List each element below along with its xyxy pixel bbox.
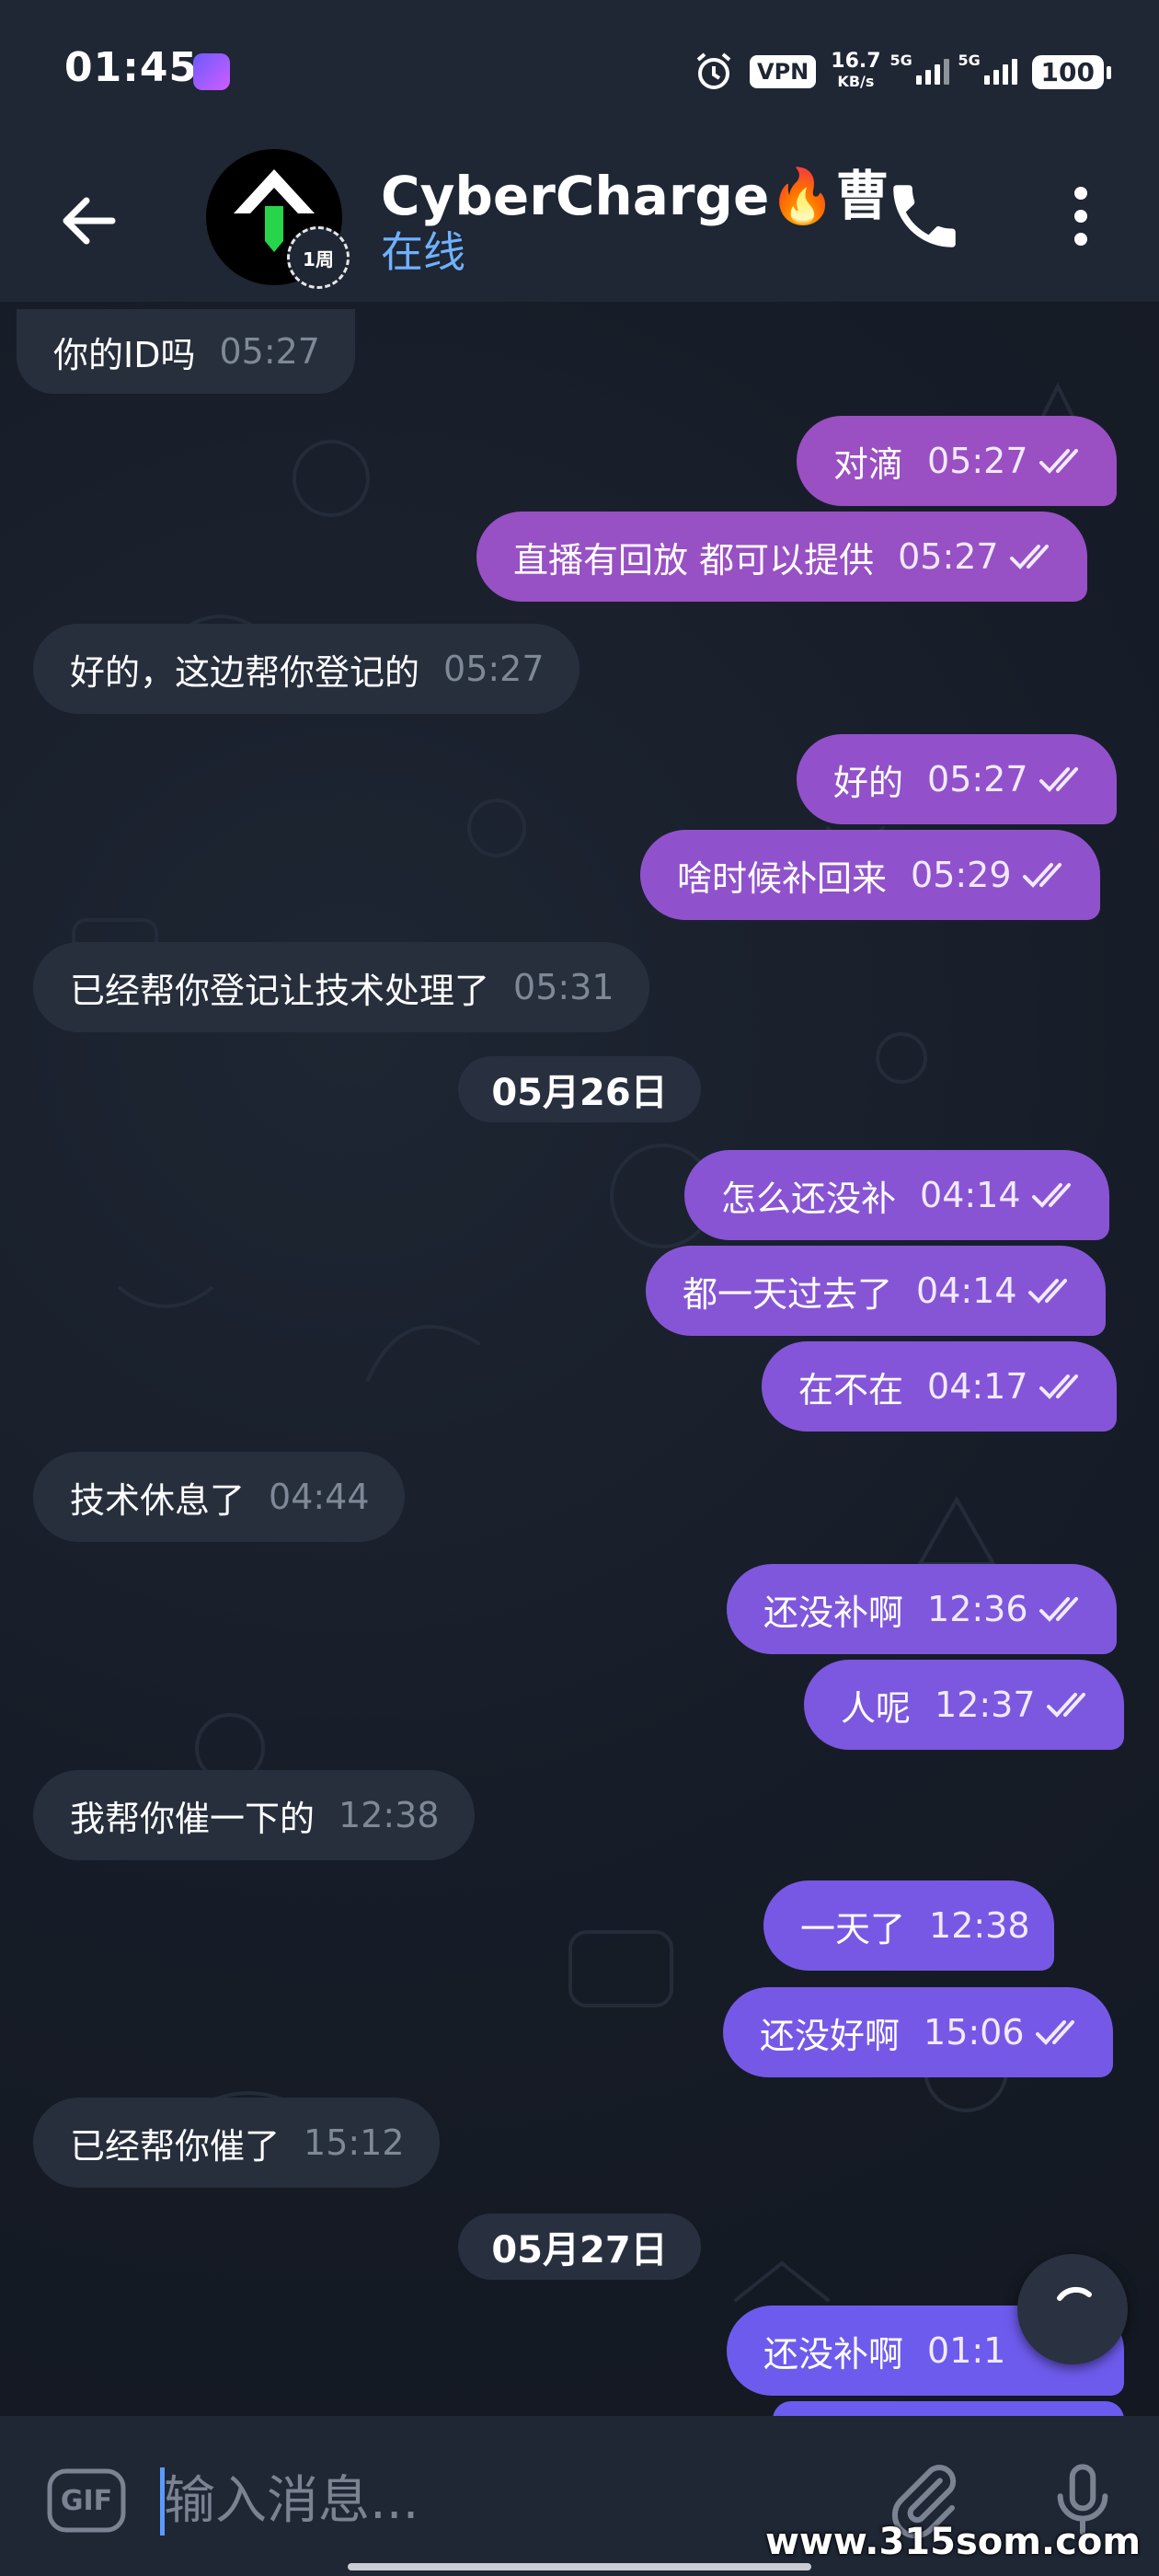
message-time: 05:31: [513, 967, 614, 1007]
network-speed: 16.7 KB/s: [831, 52, 880, 92]
message-time: 05:27: [927, 441, 1028, 481]
more-options-button[interactable]: [1049, 175, 1113, 258]
double-check-icon: [1022, 863, 1061, 888]
message-text: 对滴: [833, 443, 904, 485]
vpn-badge: VPN: [750, 55, 817, 88]
message-time: 01:1: [927, 2330, 1006, 2371]
message-time: 04:17: [927, 1366, 1028, 1407]
sim1-label: 5G: [889, 52, 912, 69]
message-time: 04:14: [920, 1175, 1021, 1215]
message-outgoing[interactable]: 在不在 04:17: [762, 1341, 1117, 1432]
scroll-loading-button[interactable]: [1017, 2254, 1128, 2364]
message-time: 05:27: [443, 649, 545, 689]
message-outgoing[interactable]: 都一天过去了 04:14: [646, 1246, 1106, 1336]
message-outgoing[interactable]: 一天了 12:38: [763, 1880, 1054, 1971]
message-text: 还没补啊: [763, 1592, 904, 1633]
message-text: 还没补啊: [763, 2333, 904, 2375]
sim2-signal-icon: 5G: [958, 52, 1017, 85]
message-incoming[interactable]: 我帮你催一下的 12:38: [33, 1770, 475, 1860]
network-speed-unit: KB/s: [837, 73, 875, 90]
message-text: 好的，这边帮你登记的: [70, 651, 420, 693]
message-text: 还没好啊: [760, 2015, 901, 2056]
message-time: 05:27: [898, 536, 999, 577]
message-outgoing[interactable]: 还没补啊 12:36: [727, 1564, 1117, 1654]
message-text: 人呢: [841, 1687, 912, 1729]
message-outgoing[interactable]: 怎么还没补 04:14: [684, 1150, 1109, 1240]
message-text: 一天了: [800, 1908, 906, 1949]
double-check-icon: [1035, 2020, 1074, 2045]
status-indicators: VPN 16.7 KB/s 5G 5G 100: [693, 46, 1112, 98]
app-notification-icon: [193, 53, 230, 90]
double-check-icon: [1009, 545, 1049, 569]
alarm-icon: [693, 51, 735, 93]
watermark: www.315som.com: [764, 2521, 1141, 2563]
back-button[interactable]: [55, 184, 129, 258]
back-arrow-icon: [63, 197, 116, 245]
message-text: 你的ID吗: [53, 334, 196, 375]
message-time: 12:36: [927, 1589, 1028, 1629]
date-separator: 05月27日: [458, 2214, 701, 2280]
message-outgoing[interactable]: 直播有回放 都可以提供 05:27: [476, 512, 1087, 602]
message-incoming[interactable]: 已经帮你登记让技术处理了 05:31: [33, 942, 649, 1032]
message-text: 怎么还没补: [721, 1178, 897, 1219]
message-outgoing[interactable]: 还没好啊 15:06: [723, 1987, 1113, 2077]
message-time: 04:14: [916, 1271, 1017, 1311]
message-time: 15:12: [304, 2122, 405, 2163]
gif-button[interactable]: GIF: [46, 2467, 127, 2534]
double-check-icon: [1039, 1374, 1078, 1399]
online-status: 在线: [381, 227, 465, 277]
message-text: 直播有回放 都可以提供: [513, 539, 875, 581]
double-check-icon: [1039, 767, 1078, 792]
double-check-icon: [1039, 449, 1078, 474]
message-time: 05:29: [911, 855, 1012, 895]
gif-label: GIF: [60, 2484, 113, 2517]
sim2-label: 5G: [958, 52, 981, 69]
message-text: 在不在: [798, 1369, 904, 1410]
message-text: 已经帮你催了: [70, 2125, 281, 2167]
message-text: 技术休息了: [70, 1479, 246, 1521]
message-outgoing[interactable]: 人呢 12:37: [804, 1660, 1124, 1750]
chat-header: 1周 CyberCharge🔥曹 在线: [0, 138, 1159, 302]
message-text: 已经帮你登记让技术处理了: [70, 970, 490, 1011]
double-check-icon: [1027, 1279, 1067, 1304]
message-time: 12:38: [339, 1795, 440, 1835]
message-text: 好的: [833, 762, 904, 803]
message-time: 15:06: [924, 2012, 1025, 2053]
message-incoming[interactable]: 技术休息了 04:44: [33, 1452, 405, 1542]
message-time: 12:38: [929, 1905, 1030, 1946]
loading-spinner-icon: [1057, 2286, 1092, 2301]
sim1-signal-icon: 5G: [890, 52, 949, 85]
message-time: 12:37: [935, 1685, 1036, 1725]
home-indicator[interactable]: [348, 2563, 811, 2570]
battery-indicator: 100: [1031, 54, 1112, 89]
message-incoming[interactable]: 好的，这边帮你登记的 05:27: [33, 624, 580, 714]
message-time: 05:27: [927, 759, 1028, 799]
message-text: 啥时候补回来: [677, 857, 888, 899]
message-input[interactable]: [164, 2453, 863, 2548]
network-speed-value: 16.7: [831, 50, 881, 73]
double-check-icon: [1046, 1693, 1085, 1718]
message-outgoing[interactable]: 对滴 05:27: [797, 416, 1117, 506]
message-time: 05:27: [219, 331, 320, 372]
more-vert-icon: [1074, 187, 1087, 246]
double-check-icon: [1031, 1183, 1071, 1208]
message-text: 我帮你催一下的: [70, 1798, 316, 1839]
message-outgoing[interactable]: 好的 05:27: [797, 734, 1117, 824]
story-badge[interactable]: 1周: [287, 226, 350, 289]
message-time: 04:44: [269, 1477, 370, 1517]
date-separator: 05月26日: [458, 1056, 701, 1122]
double-check-icon: [1039, 1597, 1078, 1622]
call-button[interactable]: [883, 175, 966, 258]
phone-icon: [893, 185, 956, 247]
message-incoming[interactable]: 你的ID吗 05:27: [17, 309, 355, 394]
message-incoming[interactable]: 已经帮你催了 15:12: [33, 2098, 440, 2188]
status-time: 01:45: [64, 44, 199, 91]
status-bar: 01:45 VPN 16.7 KB/s 5G 5G 100: [0, 0, 1159, 138]
message-outgoing[interactable]: 啥时候补回来 05:29: [640, 830, 1100, 920]
message-text: 都一天过去了: [683, 1273, 893, 1315]
